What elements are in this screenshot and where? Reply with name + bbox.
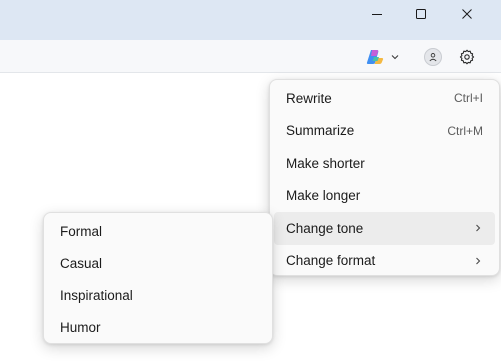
menu-item-label: Make shorter xyxy=(286,155,365,171)
menu-item-rewrite[interactable]: Rewrite Ctrl+I xyxy=(274,82,495,115)
copilot-button[interactable] xyxy=(362,46,406,68)
menu-item-label: Make longer xyxy=(286,188,361,204)
gear-icon xyxy=(459,49,475,65)
menu-item-label: Humor xyxy=(60,319,101,335)
maximize-icon xyxy=(416,9,426,19)
menu-item-change-tone[interactable]: Change tone xyxy=(274,212,495,245)
tone-submenu: Formal Casual Inspirational Humor xyxy=(43,212,273,344)
menu-item-make-longer[interactable]: Make longer xyxy=(274,180,495,213)
profile-icon xyxy=(429,53,437,62)
close-button[interactable] xyxy=(444,0,490,28)
menu-item-label: Inspirational xyxy=(60,287,133,303)
profile-button[interactable] xyxy=(422,46,444,68)
shortcut-label: Ctrl+I xyxy=(453,91,483,106)
menu-item-make-shorter[interactable]: Make shorter xyxy=(274,147,495,180)
close-icon xyxy=(462,9,472,19)
submenu-item-inspirational[interactable]: Inspirational xyxy=(48,279,268,311)
copilot-icon xyxy=(366,50,384,64)
copilot-menu: Rewrite Ctrl+I Summarize Ctrl+M Make sho… xyxy=(269,79,500,276)
menu-item-label: Summarize xyxy=(286,123,355,139)
chevron-down-icon xyxy=(391,55,399,60)
shortcut-label: Ctrl+M xyxy=(447,123,483,138)
menu-item-change-format[interactable]: Change format xyxy=(274,245,495,278)
chevron-right-icon xyxy=(473,256,483,266)
maximize-button[interactable] xyxy=(398,0,444,28)
menu-item-label: Change tone xyxy=(286,220,364,236)
menu-item-label: Rewrite xyxy=(286,90,332,106)
chevron-right-icon xyxy=(473,223,483,233)
submenu-item-humor[interactable]: Humor xyxy=(48,311,268,343)
submenu-item-casual[interactable]: Casual xyxy=(48,247,268,279)
menu-item-label: Casual xyxy=(60,255,103,271)
submenu-item-formal[interactable]: Formal xyxy=(48,215,268,247)
avatar xyxy=(424,48,442,66)
settings-button[interactable] xyxy=(456,46,478,68)
minimize-icon xyxy=(372,14,382,15)
menu-item-label: Formal xyxy=(60,223,103,239)
minimize-button[interactable] xyxy=(354,0,400,28)
menu-item-summarize[interactable]: Summarize Ctrl+M xyxy=(274,115,495,148)
menu-item-label: Change format xyxy=(286,253,376,269)
